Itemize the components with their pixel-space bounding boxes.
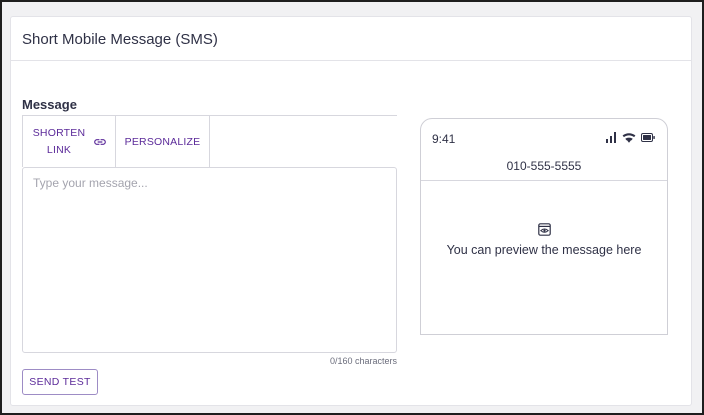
personalize-button[interactable]: PERSONALIZE xyxy=(116,116,210,167)
phone-preview: 9:41 010-555-5555 You can preview the me… xyxy=(420,118,668,335)
shorten-link-button[interactable]: SHORTEN LINK xyxy=(23,116,116,167)
eye-preview-icon xyxy=(538,223,551,236)
phone-divider xyxy=(421,180,667,181)
status-icons xyxy=(606,132,655,143)
preview-placeholder-text: You can preview the message here xyxy=(446,243,642,257)
shorten-link-label: SHORTEN LINK xyxy=(32,126,86,156)
send-test-button[interactable]: SEND TEST xyxy=(22,369,98,395)
phone-status-bar: 9:41 xyxy=(421,119,667,155)
signal-icon xyxy=(606,132,616,143)
message-input[interactable] xyxy=(22,167,397,353)
message-label: Message xyxy=(22,97,77,112)
app-frame: Short Mobile Message (SMS) Message SHORT… xyxy=(0,0,704,415)
phone-time: 9:41 xyxy=(432,132,456,146)
phone-number: 010-555-5555 xyxy=(506,159,582,173)
message-toolbar: SHORTEN LINK PERSONALIZE xyxy=(22,115,397,167)
page-title: Short Mobile Message (SMS) xyxy=(22,31,218,48)
wifi-icon xyxy=(622,133,636,143)
link-icon xyxy=(94,138,106,145)
card-header: Short Mobile Message (SMS) xyxy=(11,17,691,61)
battery-icon xyxy=(641,133,655,142)
sms-card: Short Mobile Message (SMS) Message SHORT… xyxy=(10,16,692,406)
character-count: 0/160 characters xyxy=(329,356,397,366)
